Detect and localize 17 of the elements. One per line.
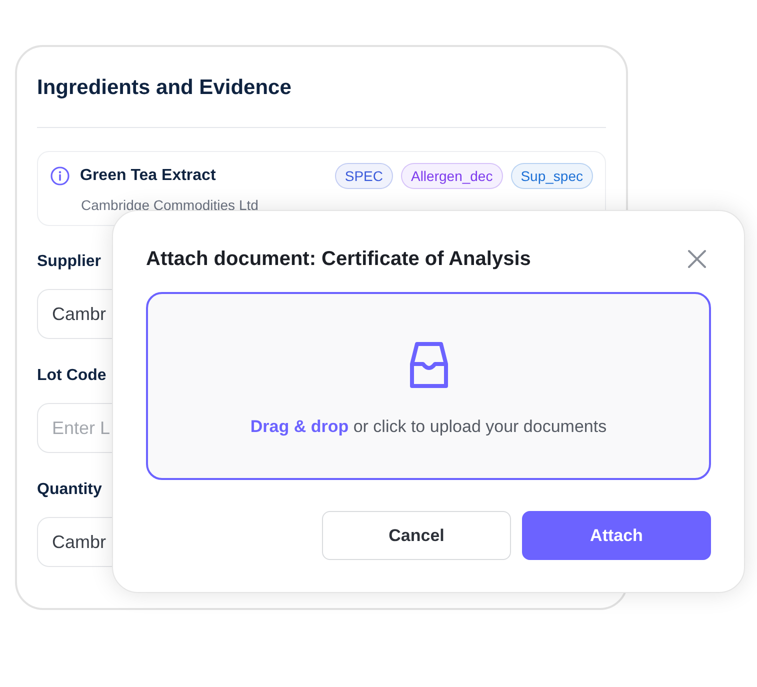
panel-title: Ingredients and Evidence (37, 75, 292, 101)
field-label: Lot Code (37, 366, 106, 386)
dialog-title: Attach document: Certificate of Analysis (146, 247, 531, 272)
cancel-button[interactable]: Cancel (322, 511, 511, 560)
close-button[interactable] (685, 247, 709, 271)
drop-zone[interactable]: Drag & drop or click to upload your documents (146, 292, 711, 480)
document-tag: Sup_spec (510, 163, 593, 189)
document-tag: Allergen_dec (400, 163, 503, 189)
supplier-name: Cambridge Commodities Ltd (81, 196, 260, 215)
close-icon (685, 247, 709, 271)
upload-instructions: Drag & drop or click to upload your documents (250, 416, 607, 438)
document-tag: SPEC (334, 163, 393, 189)
field-label: Quantity (37, 480, 102, 500)
field-label: Supplier (37, 252, 102, 272)
ingredient-name: Green Tea Extract (80, 166, 216, 186)
info-icon (50, 166, 70, 186)
attach-button[interactable]: Attach (522, 511, 711, 560)
